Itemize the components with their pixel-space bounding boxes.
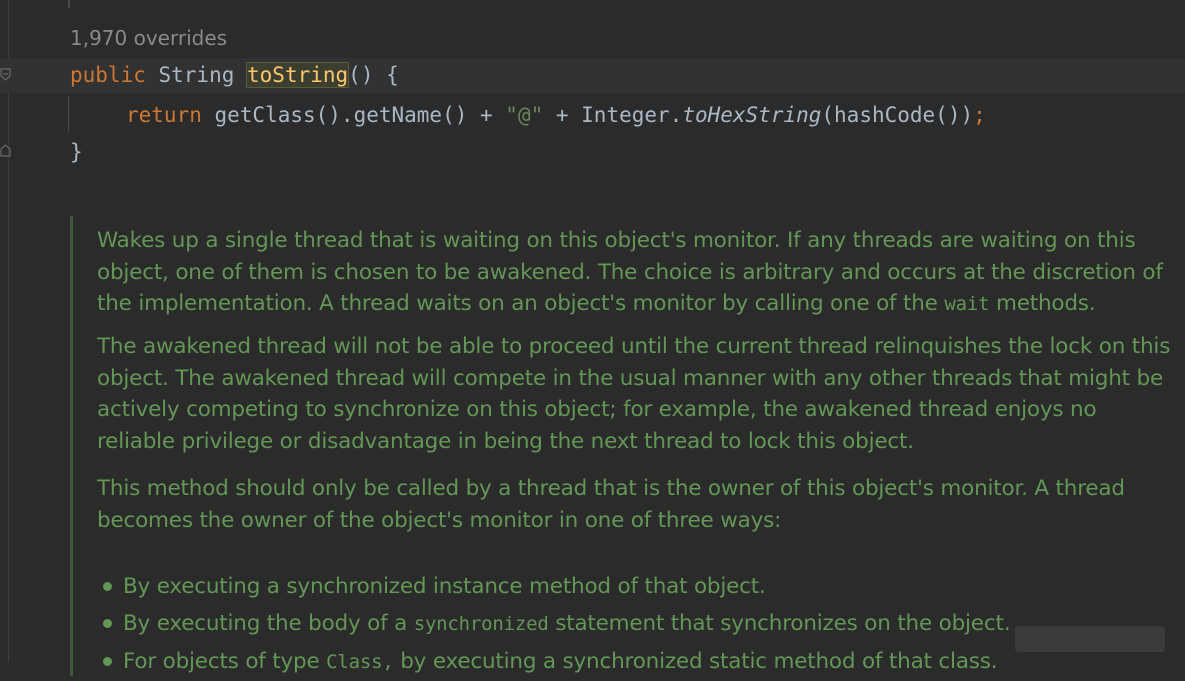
watermark (1015, 626, 1165, 652)
doc-paragraph-1: Wakes up a single thread that is waiting… (97, 225, 1178, 321)
doc-paragraph-2: The awakened thread will not be able to … (97, 334, 1171, 454)
doc-paragraph-3: This method should only be called by a t… (97, 476, 1125, 533)
doc-bullet-2-tail: statement that synchronizes on the objec… (548, 611, 1011, 636)
expression-part-b: + Integer. (543, 103, 683, 127)
doc-bullet-list: By executing a synchronized instance met… (103, 568, 1011, 681)
static-method-call: toHexString (682, 103, 822, 127)
fold-end-icon[interactable] (0, 143, 11, 157)
indent-guide (68, 96, 69, 132)
expression-part-c: (hashCode()) (821, 103, 974, 127)
indent-guide-top (68, 0, 70, 8)
method-name: toString (246, 62, 350, 88)
semicolon: ; (973, 103, 986, 127)
overrides-hint[interactable]: 1,970 overrides (70, 26, 227, 50)
doc-code-wait: wait (944, 293, 990, 315)
code-line-3[interactable]: } (70, 137, 83, 167)
doc-code-synchronized: synchronized (413, 613, 549, 635)
doc-code-class: Class, (326, 651, 394, 673)
code-line-2[interactable]: return getClass().getName() + "@" + Inte… (126, 100, 986, 130)
doc-bullet-1-text: By executing a synchronized instance met… (123, 574, 766, 599)
method-signature-rest: () { (348, 63, 399, 87)
doc-p1-tail: methods. (989, 291, 1096, 316)
code-line-1[interactable]: public String toString() { (70, 60, 399, 90)
keyword-return: return (126, 103, 202, 127)
doc-bullet-2: By executing the body of a synchronized … (103, 605, 1011, 643)
string-literal: "@" (505, 103, 544, 127)
doc-bullet-2-text: By executing the body of a (123, 611, 414, 636)
doc-bullet-3: For objects of type Class, by executing … (103, 643, 1010, 681)
keyword-public: public (70, 63, 146, 87)
rendered-javadoc: Wakes up a single thread that is waiting… (70, 216, 1185, 676)
doc-bullet-1: By executing a synchronized instance met… (103, 568, 1010, 605)
gutter-line (8, 0, 9, 662)
fold-start-icon[interactable] (0, 68, 11, 82)
return-type: String (145, 63, 248, 87)
expression-part-a: getClass().getName() + (201, 103, 506, 127)
